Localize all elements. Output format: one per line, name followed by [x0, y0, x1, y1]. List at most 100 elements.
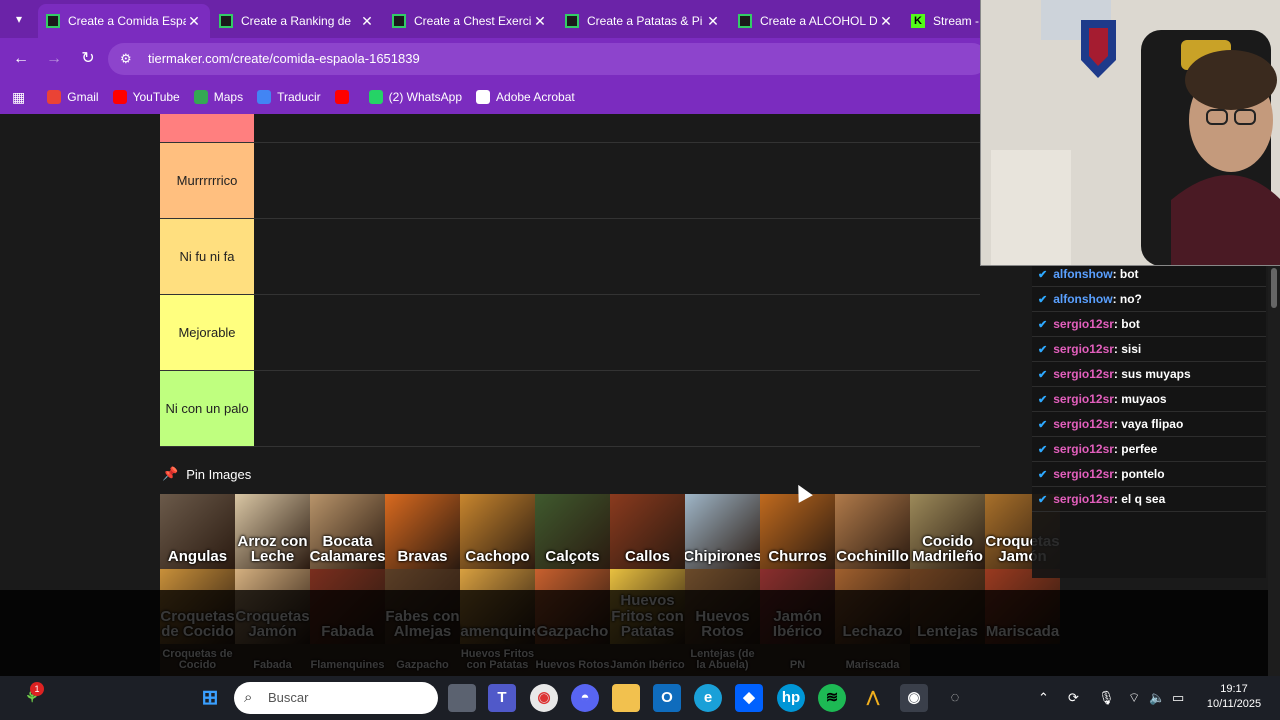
dimmed-overlay [0, 590, 1280, 676]
food-image-tile[interactable]: Cachopo [460, 494, 535, 569]
tab-title: Create a Chest Exerci [414, 14, 532, 28]
edge-icon[interactable]: e [694, 684, 722, 712]
forward-arrow-icon[interactable]: → [43, 48, 65, 70]
discord-icon[interactable]: ◓ [571, 684, 599, 712]
bookmark-item[interactable]: (2) WhatsApp [368, 90, 462, 104]
browser-tab[interactable]: Create a Patatas & Pi ✕ [557, 4, 729, 38]
page-scrollbar[interactable] [1268, 262, 1280, 676]
food-image-tile[interactable]: Churros [760, 494, 835, 569]
chat-username[interactable]: sergio12sr [1053, 417, 1114, 431]
bookmark-item[interactable]: Maps [193, 90, 243, 104]
chrome-icon[interactable]: ◉ [530, 684, 558, 712]
show-hidden-icons-icon[interactable]: ⌃ [1038, 676, 1049, 720]
bookmark-item[interactable]: Adobe Acrobat [476, 90, 575, 104]
browser-tab[interactable]: Create a Chest Exerci ✕ [384, 4, 556, 38]
close-tab-icon[interactable]: ✕ [532, 13, 548, 30]
chat-username[interactable]: sergio12sr [1053, 442, 1114, 456]
browser-tab[interactable]: Create a Comida Espa ✕ [38, 4, 210, 38]
verified-badge-icon: ✔ [1038, 293, 1048, 306]
outlook-icon[interactable]: O [653, 684, 681, 712]
tier-label[interactable]: Ni fu ni fa [160, 219, 254, 294]
food-image-tile[interactable]: Bravas [385, 494, 460, 569]
bookmark-label: Gmail [67, 90, 99, 104]
back-arrow-icon[interactable]: ← [10, 48, 32, 70]
chrome-profile-icon[interactable]: ◉ [900, 684, 928, 712]
chat-username[interactable]: sergio12sr [1053, 367, 1114, 381]
task-view-icon[interactable] [448, 684, 476, 712]
chat-username[interactable]: sergio12sr [1053, 342, 1114, 356]
taskbar-search[interactable]: ⌕ Buscar [234, 682, 438, 714]
food-image-tile[interactable]: Cocido Madrileño [910, 494, 985, 569]
address-bar[interactable]: ⚙ tiermaker.com/create/comida-espaola-16… [108, 43, 988, 75]
tier-drop-zone[interactable] [254, 114, 980, 142]
tier-label[interactable]: Ni con un palo [160, 371, 254, 446]
close-tab-icon[interactable]: ✕ [186, 13, 202, 30]
tier-row: Murrrrrrico [160, 143, 980, 219]
microphone-icon[interactable]: 🎙 [1098, 676, 1115, 720]
webcam-feed [980, 0, 1280, 266]
browser-tab[interactable]: Create a Ranking de ✕ [211, 4, 383, 38]
close-tab-icon[interactable]: ✕ [705, 13, 721, 30]
dropbox-icon[interactable]: ◆ [735, 684, 763, 712]
volume-icon[interactable]: 🔈 [1149, 676, 1165, 720]
tier-label[interactable] [160, 114, 254, 142]
teams-icon[interactable]: T [488, 684, 516, 712]
chat-username[interactable]: sergio12sr [1053, 467, 1114, 481]
food-image-tile[interactable]: Bocata Calamares [310, 494, 385, 569]
tier-drop-zone[interactable] [254, 143, 980, 218]
food-label: Cochinillo [836, 548, 909, 566]
scrollbar-thumb[interactable] [1271, 268, 1277, 308]
chat-username[interactable]: alfonshow [1053, 267, 1112, 281]
system-clock[interactable]: 19:17 10/11/2025 [1200, 682, 1268, 712]
wifi-icon[interactable]: ⌔ [1128, 676, 1140, 720]
bookmark-item[interactable]: Gmail [47, 90, 99, 104]
close-tab-icon[interactable]: ✕ [878, 13, 894, 30]
app-icon[interactable]: ⋀ [859, 684, 887, 712]
tier-drop-zone[interactable] [254, 219, 980, 294]
apps-grid-icon[interactable]: ▦ [12, 89, 25, 106]
tab-search-icon[interactable]: ▾ [8, 8, 30, 30]
battery-icon[interactable]: ▭ [1172, 676, 1184, 720]
chat-username[interactable]: sergio12sr [1053, 492, 1114, 506]
gmail-icon [47, 90, 62, 104]
tier-drop-zone[interactable] [254, 371, 980, 446]
chat-username[interactable]: sergio12sr [1053, 392, 1114, 406]
bookmark-item[interactable]: YouTube [112, 90, 180, 104]
site-info-icon[interactable]: ⚙ [120, 43, 132, 75]
chat-text: : bot [1112, 267, 1139, 281]
pin-images-label: Pin Images [186, 466, 252, 482]
app-2-icon[interactable]: ◌ [941, 684, 969, 712]
windows-start-icon[interactable]: ⊞ [196, 684, 224, 712]
whatsapp-icon [368, 90, 383, 104]
tab-title: Create a Ranking de [241, 14, 352, 28]
close-tab-icon[interactable]: ✕ [359, 13, 375, 30]
hp-icon[interactable]: hp [777, 684, 805, 712]
file-explorer-icon[interactable] [612, 684, 640, 712]
tier-label[interactable]: Mejorable [160, 295, 254, 370]
chat-username[interactable]: alfonshow [1053, 292, 1112, 306]
reload-icon[interactable]: ↻ [77, 48, 99, 70]
food-image-tile[interactable]: Chipirones [685, 494, 760, 569]
food-label: Bravas [397, 548, 448, 566]
sync-icon[interactable]: ⟳ [1068, 676, 1079, 720]
food-image-tile[interactable]: Cochinillo [835, 494, 910, 569]
bookmark-item[interactable]: Traducir [257, 90, 321, 104]
verified-badge-icon: ✔ [1038, 418, 1048, 431]
chat-text: : muyaos [1113, 392, 1167, 406]
bookmark-item[interactable] [334, 90, 355, 104]
chat-text: : no? [1112, 292, 1142, 306]
chat-text: : perfee [1113, 442, 1158, 456]
food-image-tile[interactable]: Angulas [160, 494, 235, 569]
verified-badge-icon: ✔ [1038, 268, 1048, 281]
browser-tab[interactable]: Create a ALCOHOL D ✕ [730, 4, 902, 38]
tier-drop-zone[interactable] [254, 295, 980, 370]
youtube-icon [112, 90, 127, 104]
pin-images-header[interactable]: 📌 Pin Images [162, 466, 251, 482]
food-image-tile[interactable]: Callos [610, 494, 685, 569]
chat-username[interactable]: sergio12sr [1053, 317, 1114, 331]
food-image-tile[interactable]: Arroz con Leche [235, 494, 310, 569]
spotify-icon[interactable]: ≋ [818, 684, 846, 712]
tier-label[interactable]: Murrrrrrico [160, 143, 254, 218]
food-label: Cachopo [465, 548, 530, 566]
food-image-tile[interactable]: Calçots [535, 494, 610, 569]
